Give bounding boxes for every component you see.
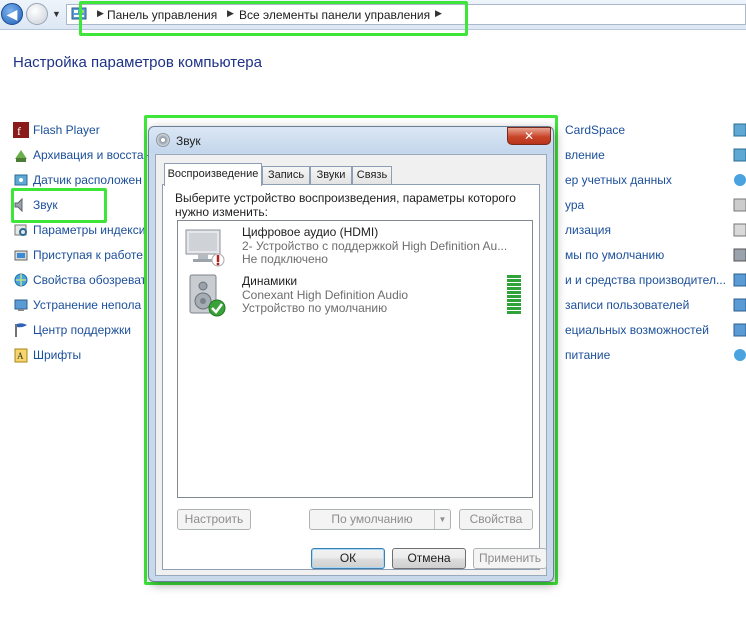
svg-text:f: f (17, 124, 21, 138)
device-description: 2- Устройство с поддержкой High Definiti… (242, 239, 508, 253)
svg-text:A: A (17, 351, 24, 361)
cp-item-label: вление (565, 148, 605, 162)
arrow-left-icon: ◀ (6, 6, 18, 22)
cp-item-label: питание (565, 348, 611, 362)
device-name: Цифровое аудио (HDMI) (242, 225, 379, 239)
cp-item-label: Архивация и восстан (33, 148, 151, 162)
close-icon: ✕ (523, 129, 535, 143)
cancel-button[interactable]: Отмена (392, 548, 466, 569)
device-list[interactable]: Цифровое аудио (HDMI) 2- Устройство с по… (177, 220, 533, 498)
indexing-icon (14, 224, 27, 236)
set-default-button[interactable]: По умолчанию ▼ (309, 509, 451, 530)
forward-button[interactable] (26, 3, 48, 25)
dialog-titlebar[interactable]: Звук ✕ (149, 127, 553, 153)
cp-item-label: Шрифты (33, 348, 82, 362)
configure-button[interactable]: Настроить (177, 509, 251, 530)
chevron-down-icon[interactable]: ▼ (434, 510, 450, 529)
page-title: Настройка параметров компьютера (13, 54, 262, 71)
troubleshooting-icon (14, 299, 28, 311)
address-highlight-box (79, 1, 468, 36)
disconnected-badge-icon (211, 253, 225, 267)
fonts-icon: A (14, 348, 28, 363)
cp-item-label: Центр поддержки (33, 323, 131, 337)
cp-item-label: записи пользователей (565, 298, 690, 312)
sound-item-highlight-box (11, 188, 107, 223)
location-sensor-icon (14, 174, 28, 186)
tab-playback[interactable]: Воспроизведение (164, 163, 262, 186)
tab-sounds[interactable]: Звуки (310, 166, 352, 185)
ok-button[interactable]: ОК (311, 548, 385, 569)
cp-item-label: Приступая к работе (33, 248, 143, 262)
device-name: Динамики (242, 274, 298, 288)
cp-item-label: CardSpace (565, 123, 626, 137)
close-button[interactable]: ✕ (507, 127, 551, 145)
cp-item-label: ер учетных данных (565, 173, 672, 187)
panel-description: Выберите устройство воспроизведения, пар… (175, 191, 516, 219)
internet-options-icon (14, 273, 28, 287)
getting-started-icon (14, 250, 28, 261)
cp-item-label: ециальных возможностей (565, 323, 709, 337)
back-button[interactable]: ◀ (1, 3, 23, 25)
cp-item-label: Свойства обозреват (33, 273, 147, 287)
cp-item-label: Параметры индекси (33, 223, 146, 237)
cp-item-label: Flash Player (33, 123, 100, 137)
flash-player-icon: f (13, 122, 29, 138)
dialog-body: Воспроизведение Запись Звуки Связь Выбер… (155, 154, 547, 576)
cp-item-label: мы по умолчанию (565, 248, 665, 262)
playback-panel: Выберите устройство воспроизведения, пар… (162, 184, 540, 570)
cp-item-label: Датчик расположен (33, 173, 142, 187)
speakers-device-icon (189, 274, 226, 317)
right-column-icons (733, 123, 746, 361)
volume-level-meter (507, 275, 523, 317)
properties-button[interactable]: Свойства (459, 509, 533, 530)
action-center-flag-icon (15, 323, 27, 337)
cp-item-label: Устранение непола (33, 298, 142, 312)
tab-recording[interactable]: Запись (262, 166, 310, 185)
device-item-speakers[interactable]: Динамики Conexant High Definition Audio … (178, 271, 532, 319)
apply-button[interactable]: Применить (473, 548, 547, 569)
device-status: Не подключено (242, 252, 328, 266)
set-default-label: По умолчанию (331, 512, 413, 526)
tab-communications[interactable]: Связь (352, 166, 392, 185)
default-check-badge-icon (208, 299, 226, 317)
cp-item-label: ура (565, 198, 585, 212)
device-item-hdmi[interactable]: Цифровое аудио (HDMI) 2- Устройство с по… (178, 222, 532, 270)
recent-pages-dropdown[interactable]: ▼ (52, 9, 61, 19)
sound-dialog: Звук ✕ Воспроизведение Запись Звуки Связ… (148, 126, 554, 582)
cp-item-label: и и средства производител... (565, 273, 726, 287)
dialog-title: Звук (176, 134, 201, 148)
cp-item-label: лизация (565, 223, 611, 237)
device-description: Conexant High Definition Audio (242, 288, 409, 302)
device-status: Устройство по умолчанию (242, 301, 388, 315)
hdmi-monitor-icon (185, 229, 225, 267)
sound-settings-icon (156, 133, 170, 147)
backup-icon (15, 150, 27, 162)
